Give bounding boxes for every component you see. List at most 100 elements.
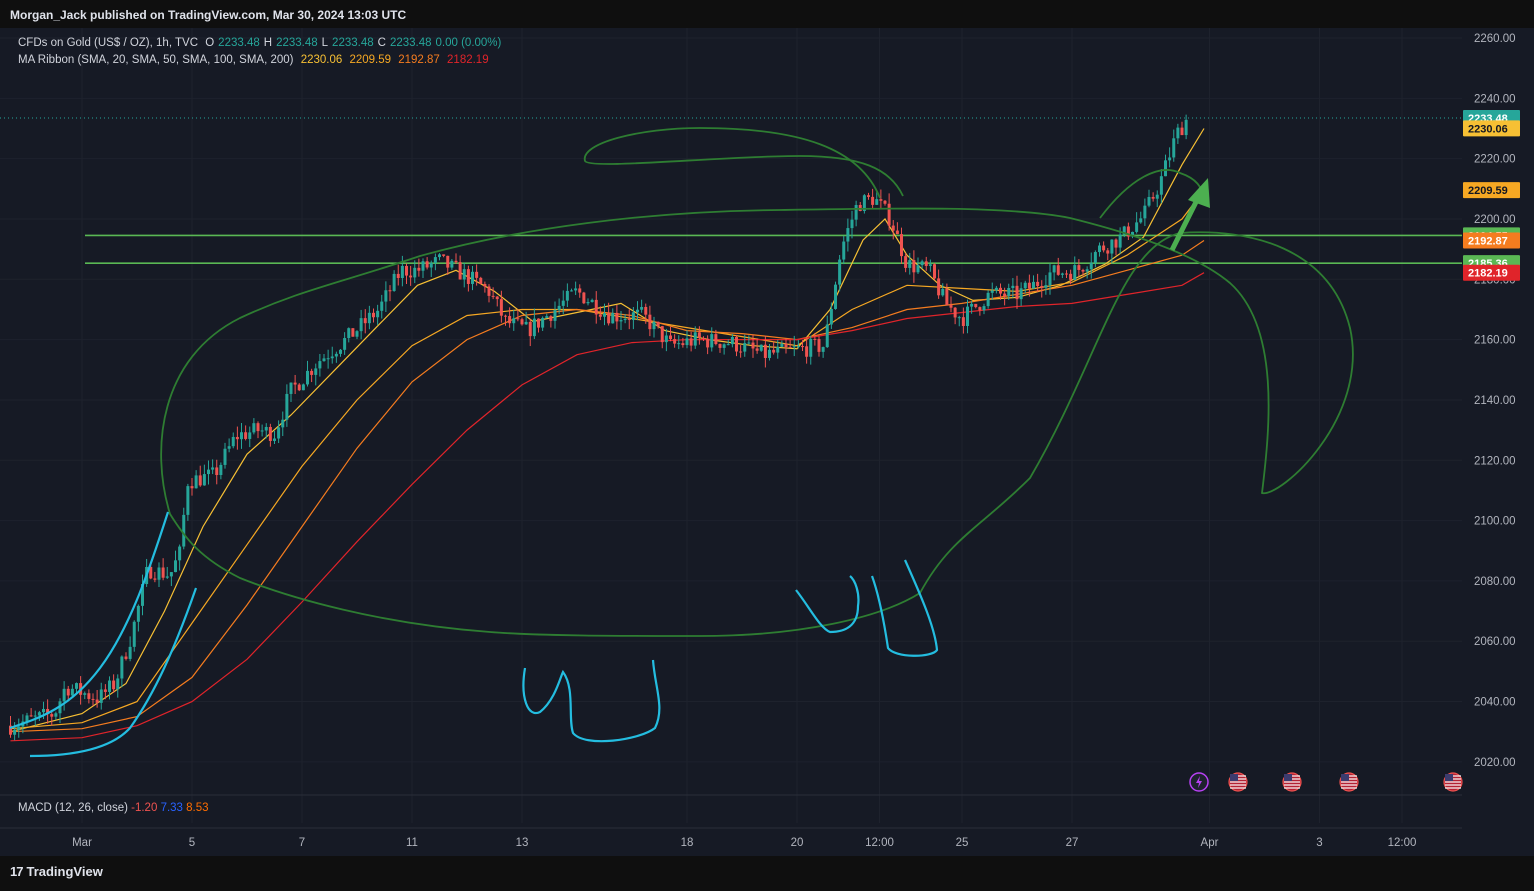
candle-body [54,713,58,717]
candle-body [392,273,396,291]
candle-body [87,693,91,699]
candle-body [347,328,351,339]
candle-body [970,303,974,307]
price-axis[interactable]: 2260.002240.002220.002200.002180.002160.… [1474,33,1516,769]
macd-title: MACD (12, 26, close) [18,802,128,814]
time-axis[interactable]: Mar 5 7 11 13 18 20 12:00 25 27 Apr 3 12:00 [72,837,1416,849]
candle-body [153,578,157,580]
price-tick-label: 2160.00 [1474,335,1516,347]
flag-canton [1341,774,1349,781]
candle-body [136,605,140,622]
candle-body [1106,250,1110,254]
cyan-u-1 [522,659,661,743]
candle-body [161,567,165,578]
candle-body [656,321,660,327]
candle-body [479,277,483,284]
publisher-caption: Morgan_Jack published on TradingView.com… [10,8,407,22]
candle-body [598,314,602,317]
candle-body [891,225,895,231]
candle-body [594,299,598,315]
candle-body [702,337,705,339]
ma-line-sma-200 [10,272,1205,742]
candle-body [37,712,41,716]
candle-body [396,273,400,279]
time-tick-label: 25 [956,837,969,849]
candle-body [306,370,309,385]
candle-body [842,241,846,260]
candle-body [999,287,1002,294]
candle-body [549,316,553,321]
candle-body [966,306,969,326]
candle-body [1180,127,1184,136]
candle-body [186,486,190,515]
candle-body [553,310,557,321]
us-flag-icon [1282,772,1302,792]
close-value: 2233.48 [389,37,432,49]
time-tick-label: 13 [516,837,529,849]
candle-body [310,370,314,375]
price-badges: 2233.482230.062209.592194.552192.872185.… [1463,110,1520,281]
candle-body [314,368,318,375]
candle-body [359,318,363,332]
candle-body [487,286,491,296]
candle-body [1073,265,1077,280]
candle-body [784,343,788,348]
candle-body [578,288,582,293]
candle-body [623,318,627,321]
event-markers[interactable] [1189,772,1463,792]
candle-body [301,384,305,391]
candle-body [124,656,128,659]
candle-body [1036,281,1040,287]
time-tick-label: 12:00 [1388,837,1417,849]
candle-body [33,715,37,717]
candle-body [388,290,392,292]
candle-body [495,296,499,300]
horizontal-levels [0,117,1462,264]
candle-body [438,254,441,258]
symbol-legend-row: CFDs on Gold (US$ / OZ), 1h, TVC O 2233.4… [18,35,509,52]
ma100-value: 2192.87 [398,54,440,66]
candle-body [1060,273,1064,275]
candle-body [409,275,413,278]
candle-body [227,446,231,449]
candle-body [1114,239,1118,248]
candle-body [978,307,982,311]
candle-body [70,688,74,696]
price-tick-label: 2260.00 [1474,33,1516,45]
candle-body [743,343,747,352]
candle-body [334,353,338,357]
price-tick-label: 2100.00 [1474,516,1516,528]
us-flag-icon [1339,772,1359,792]
candle-body [739,351,743,353]
candle-body [908,260,912,268]
candle-body [483,283,487,287]
macd-hist-value: 8.53 [186,802,209,814]
brand-footer[interactable]: 17 TradingView [10,864,103,879]
candle-body [1044,285,1048,288]
candle-body [759,344,763,351]
candle-body [182,514,186,547]
time-tick-label: 3 [1316,837,1322,849]
candle-body [83,693,87,695]
candle-body [809,338,813,357]
candle-body [108,680,111,692]
candle-body [66,688,70,696]
tradingview-logo-icon: 17 [10,864,24,879]
candle-body [631,312,635,320]
candle-body [871,196,875,205]
candle-body [904,256,908,268]
candle-body [429,262,433,268]
candle-body [710,334,714,348]
candle-body [330,356,334,359]
chart-canvas[interactable]: 2260.002240.002220.002200.002180.002160.… [0,28,1534,856]
candle-body [640,306,644,310]
candle-body [363,318,367,324]
candle-body [1032,281,1035,289]
candle-body [928,264,932,266]
candle-body [590,299,594,303]
candle-body [405,265,408,276]
candle-body [916,265,920,273]
candle-body [1102,245,1106,251]
us-flag-icon [1228,772,1248,792]
price-tick-label: 2120.00 [1474,455,1516,467]
